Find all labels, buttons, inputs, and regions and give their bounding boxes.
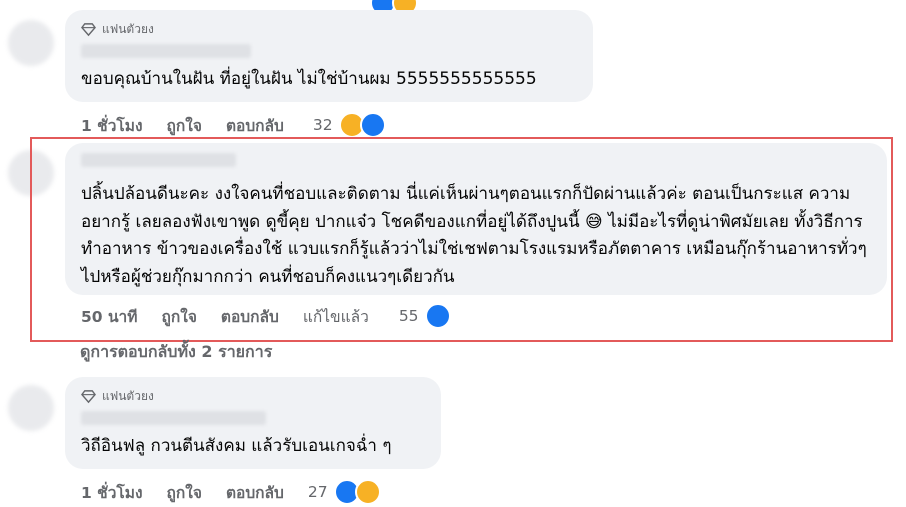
comment-actions: 1 ชั่วโมง ถูกใจ ตอบกลับ 32 (81, 112, 386, 138)
comment-actions: 1 ชั่วโมง ถูกใจ ตอบกลับ 27 (81, 479, 381, 505)
reply-button[interactable]: ตอบกลับ (226, 113, 284, 138)
avatar[interactable] (8, 20, 54, 66)
reaction-count[interactable]: 27 (308, 483, 328, 501)
reaction-count[interactable]: 32 (313, 116, 333, 134)
highlight-frame (30, 137, 893, 342)
timestamp[interactable]: 1 ชั่วโมง (81, 113, 143, 138)
comment-text: วิถีอินฟลู กวนตีนสังคม แล้วรับเอนเกจฉ่ำ … (81, 436, 392, 456)
reaction-icons[interactable] (333, 479, 381, 505)
commenter-name[interactable] (81, 44, 251, 58)
like-button[interactable]: ถูกใจ (167, 480, 202, 505)
diamond-icon (81, 23, 96, 37)
comment-text: ขอบคุณบ้านในฝัน ที่อยู่ในฝัน ไม่ใช่บ้านผ… (81, 69, 537, 89)
commenter-name[interactable] (81, 411, 266, 425)
view-replies-link[interactable]: ดูการตอบกลับทั้ง 2 รายการ (80, 340, 272, 365)
like-reaction-icon (359, 112, 386, 138)
comment-bubble: แฟนตัวยง ขอบคุณบ้านในฝัน ที่อยู่ในฝัน ไม… (65, 10, 593, 102)
like-button[interactable]: ถูกใจ (167, 113, 202, 138)
timestamp[interactable]: 1 ชั่วโมง (81, 480, 143, 505)
reaction-icons[interactable] (338, 112, 386, 138)
diamond-icon (81, 390, 96, 404)
reply-button[interactable]: ตอบกลับ (226, 480, 284, 505)
top-fan-badge: แฟนตัวยง (81, 387, 154, 406)
avatar[interactable] (8, 385, 54, 431)
comment-bubble: แฟนตัวยง วิถีอินฟลู กวนตีนสังคม แล้วรับเ… (65, 377, 441, 469)
top-fan-badge: แฟนตัวยง (81, 20, 154, 39)
haha-reaction-icon (354, 479, 381, 505)
